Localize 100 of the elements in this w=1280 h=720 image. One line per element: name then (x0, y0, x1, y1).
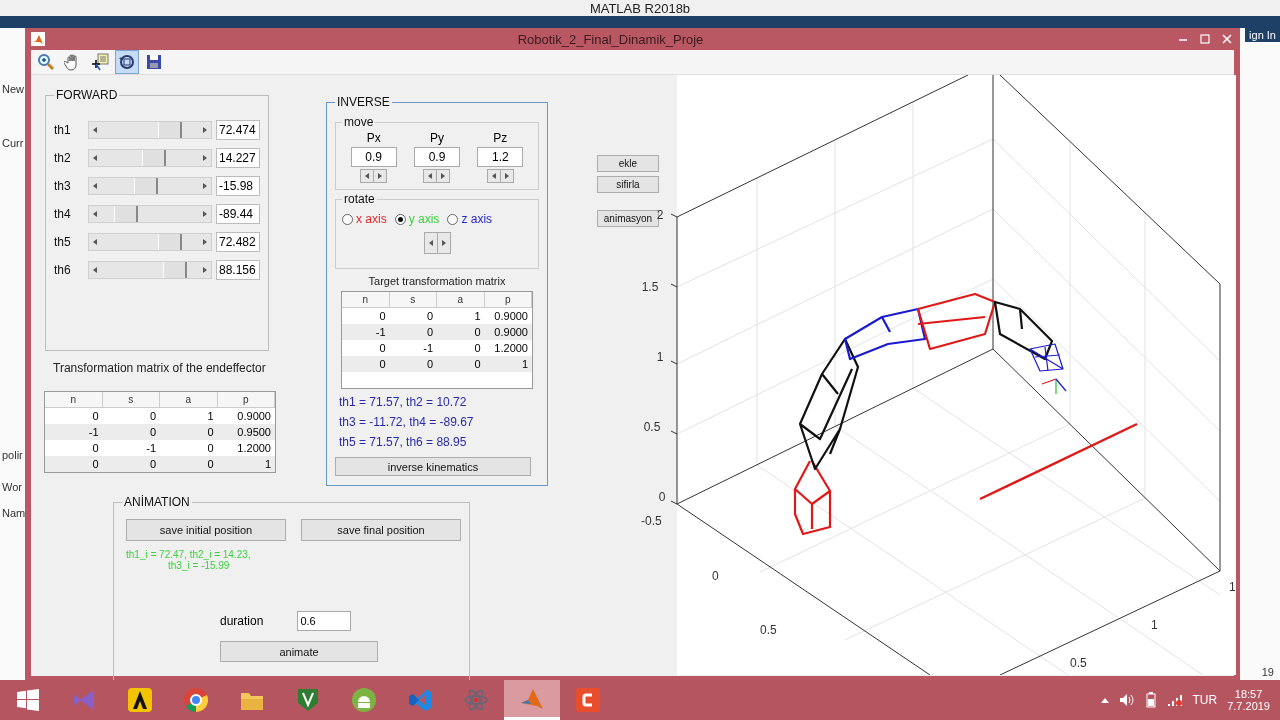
rotate-icon (118, 53, 136, 71)
left-arrow-icon[interactable] (93, 267, 97, 273)
matrix-caption: Target transformation matrix (367, 275, 507, 287)
axis-tick-label: -0.5 (641, 514, 662, 528)
table-cell-text: 0 (206, 425, 215, 440)
left-arrow-icon[interactable] (93, 211, 97, 217)
speaker-icon[interactable] (1118, 693, 1135, 707)
caret-up-icon[interactable] (1100, 697, 1109, 703)
position-field[interactable]: 0.9 (350, 147, 397, 167)
solution-text: th3 = -11.72, th4 = -89.67 (338, 415, 475, 429)
axis-tick-label: 0.5 (1070, 656, 1087, 670)
windows-logo-icon[interactable] (16, 688, 40, 712)
inverse-kinematics-button[interactable]: inverse kinematics (335, 457, 531, 476)
left-arrow-icon[interactable] (491, 173, 496, 179)
table-cell-text: 0 (91, 457, 100, 472)
table-cell-text: 0.9000 (493, 309, 529, 324)
right-arrow-icon[interactable] (203, 183, 207, 189)
saved-angles-text: th3_i = -15.99 (167, 560, 231, 571)
joint-label: th4 (54, 207, 72, 221)
position-field[interactable]: 1.2 (477, 147, 524, 167)
spin-button[interactable] (486, 169, 514, 183)
right-arrow-icon[interactable] (203, 267, 207, 273)
table-cell-text: 0 (425, 325, 434, 340)
axis-radio[interactable]: z axis (447, 212, 493, 226)
left-arrow-icon[interactable] (428, 240, 433, 246)
panel-title: ANİMATION (123, 495, 191, 509)
network-icon[interactable] (1166, 693, 1183, 707)
table-cell-text: 0 (206, 457, 215, 472)
table-cell-text: 0 (148, 457, 157, 472)
duration-field[interactable]: 0.6 (297, 611, 352, 631)
ribbon-icon (407, 687, 433, 713)
panel-title: rotate (343, 192, 376, 206)
angle-field[interactable]: 72.474 (216, 120, 260, 140)
animate-button[interactable]: animate (220, 641, 378, 662)
right-arrow-icon[interactable] (378, 173, 383, 179)
panel-title: FORWARD (55, 88, 119, 102)
table-cell-text: 1 (263, 457, 272, 472)
right-arrow-icon[interactable] (203, 155, 207, 161)
table-cell-text: 0 (91, 409, 100, 424)
sign-in-link[interactable]: ign In (1245, 28, 1280, 42)
table-cell-text: 1.2000 (493, 341, 529, 356)
column-header: p (484, 292, 532, 308)
table-cell-text: -1 (145, 441, 157, 456)
right-arrow-icon[interactable] (504, 173, 509, 179)
side-button[interactable]: sifirla (597, 176, 659, 193)
joint-slider[interactable] (88, 205, 212, 223)
axis-radio[interactable]: x axis (342, 212, 387, 226)
toolbar-button[interactable] (115, 50, 139, 74)
battery-icon[interactable] (1144, 692, 1157, 708)
clock-time[interactable]: 18:57 (1234, 688, 1263, 700)
save-position-button[interactable]: save initial position (126, 519, 286, 541)
left-arrow-icon[interactable] (428, 173, 433, 179)
angle-field[interactable]: -15.98 (216, 176, 260, 196)
table-cell-text: 0.9500 (236, 425, 272, 440)
joint-slider[interactable] (88, 121, 212, 139)
spin-button[interactable] (360, 169, 388, 183)
angle-field[interactable]: 14.227 (216, 148, 260, 168)
panel-label: New (1, 83, 25, 95)
column-header: s (102, 392, 160, 408)
left-arrow-icon[interactable] (93, 127, 97, 133)
robot-icon (351, 687, 377, 713)
axis-tick-label: 1 (656, 350, 664, 364)
joint-label: th6 (54, 263, 72, 277)
right-arrow-icon[interactable] (441, 240, 446, 246)
axis-tick-label: 1 (1151, 618, 1158, 632)
position-field[interactable]: 0.9 (414, 147, 460, 167)
save-position-button[interactable]: save final position (301, 519, 461, 541)
left-arrow-icon[interactable] (93, 183, 97, 189)
left-arrow-icon[interactable] (93, 155, 97, 161)
right-arrow-icon[interactable] (441, 173, 446, 179)
axis-tick-label: 0.5 (643, 420, 661, 434)
axis-tick-label: 1 (1229, 580, 1236, 594)
maximize-icon[interactable] (1198, 32, 1212, 46)
axis-tick-label: 2 (656, 208, 664, 222)
solution-text: th5 = 71.57, th6 = 88.95 (338, 435, 468, 449)
right-arrow-icon[interactable] (203, 239, 207, 245)
table-cell-text: -1 (422, 341, 434, 356)
angle-field[interactable]: 88.156 (216, 260, 260, 280)
language-indicator[interactable]: TUR (1192, 693, 1218, 707)
spin-button[interactable] (423, 169, 451, 183)
panel-label: Wor (1, 481, 23, 493)
joint-slider[interactable] (88, 233, 212, 251)
left-arrow-icon[interactable] (93, 239, 97, 245)
side-button[interactable]: ekle (597, 155, 659, 172)
table-cell-text: 1 (206, 409, 215, 424)
joint-slider[interactable] (88, 177, 212, 195)
right-arrow-icon[interactable] (203, 211, 207, 217)
window-title: Robotik_2_Final_Dinamik_Proje (516, 31, 705, 47)
joint-slider[interactable] (88, 261, 212, 279)
left-arrow-icon[interactable] (365, 173, 370, 179)
close-icon[interactable] (1220, 32, 1234, 46)
clock-date[interactable]: 7.7.2019 (1227, 700, 1270, 712)
joint-label: th3 (54, 179, 72, 193)
right-arrow-icon[interactable] (203, 127, 207, 133)
angle-field[interactable]: 72.482 (216, 232, 260, 252)
angle-field[interactable]: -89.44 (216, 204, 260, 224)
column-header: p (217, 392, 275, 408)
data-cursor-icon (91, 53, 109, 71)
joint-slider[interactable] (88, 149, 212, 167)
spin-button[interactable] (423, 232, 451, 254)
